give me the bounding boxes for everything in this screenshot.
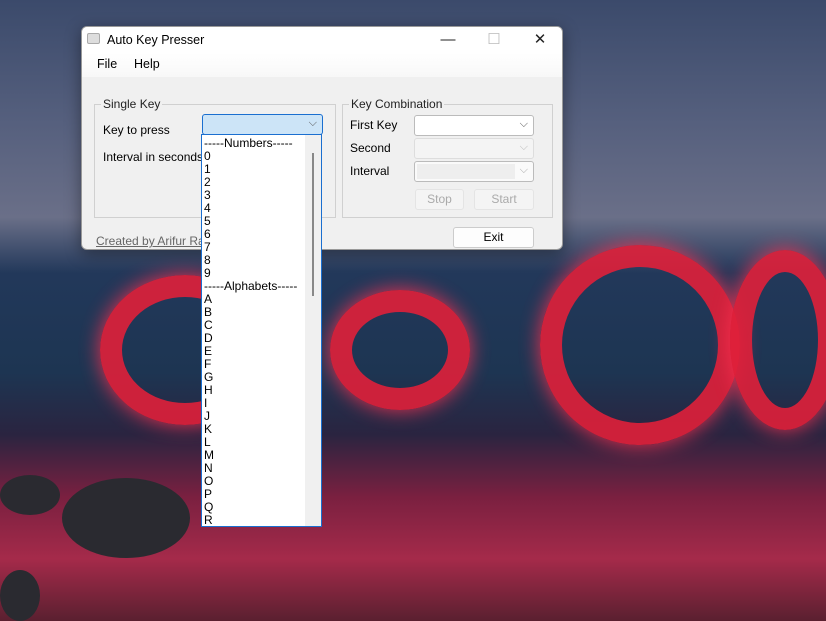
app-window: Auto Key Presser — ☐ ✕ File Help Single … [81, 26, 563, 250]
dropdown-item[interactable]: 3 [202, 189, 321, 202]
chevron-down-icon: ⌵ [519, 141, 528, 153]
dropdown-item[interactable]: J [202, 410, 321, 423]
start-button[interactable]: Start [474, 189, 534, 210]
key-dropdown-list[interactable]: -----Numbers----- 0 1 2 3 4 5 6 7 8 9 -----Alphabet… [201, 134, 322, 527]
single-key-legend: Single Key [103, 97, 161, 111]
menu-help[interactable]: Help [134, 57, 160, 71]
dropdown-item[interactable]: C [202, 319, 321, 332]
interval-combo[interactable]: ⌵ [414, 161, 534, 182]
dropdown-item[interactable]: I [202, 397, 321, 410]
dropdown-item[interactable]: F [202, 358, 321, 371]
dropdown-item[interactable]: R [202, 514, 321, 527]
dropdown-item[interactable]: 4 [202, 202, 321, 215]
dropdown-item[interactable]: B [202, 306, 321, 319]
menu-bar: File Help [82, 53, 562, 77]
dropdown-item[interactable]: -----Alphabets----- [202, 280, 321, 293]
dropdown-item[interactable]: D [202, 332, 321, 345]
close-button[interactable]: ✕ [517, 27, 562, 53]
dropdown-item[interactable]: 6 [202, 228, 321, 241]
dropdown-item[interactable]: E [202, 345, 321, 358]
key-to-press-label: Key to press [103, 123, 170, 137]
scrollbar-thumb[interactable] [312, 153, 314, 296]
dropdown-item[interactable]: -----Numbers----- [202, 137, 321, 150]
second-key-label: Second [350, 141, 391, 155]
dropdown-item[interactable]: G [202, 371, 321, 384]
scrollbar[interactable] [305, 135, 321, 526]
dropdown-item[interactable]: A [202, 293, 321, 306]
dropdown-item[interactable]: 8 [202, 254, 321, 267]
dropdown-item[interactable]: H [202, 384, 321, 397]
chevron-down-icon: ⌵ [519, 118, 528, 130]
first-key-label: First Key [350, 118, 398, 132]
chevron-down-icon: ⌵ [519, 164, 528, 176]
dropdown-item[interactable]: M [202, 449, 321, 462]
dropdown-item[interactable]: 7 [202, 241, 321, 254]
dropdown-item[interactable]: N [202, 462, 321, 475]
dropdown-item[interactable]: K [202, 423, 321, 436]
chevron-down-icon: ⌵ [308, 117, 317, 129]
maximize-button[interactable]: ☐ [471, 27, 517, 53]
window-title: Auto Key Presser [107, 33, 205, 47]
key-combination-legend: Key Combination [351, 97, 443, 111]
minimize-button[interactable]: — [425, 27, 471, 53]
dropdown-item[interactable]: 5 [202, 215, 321, 228]
interval-label: Interval [350, 164, 390, 178]
dropdown-item[interactable]: L [202, 436, 321, 449]
dropdown-item[interactable]: 0 [202, 150, 321, 163]
menu-file[interactable]: File [97, 57, 117, 71]
dropdown-item[interactable]: 2 [202, 176, 321, 189]
second-key-combo[interactable]: ⌵ [414, 138, 534, 159]
stop-button[interactable]: Stop [415, 189, 464, 210]
title-bar: Auto Key Presser — ☐ ✕ [82, 27, 562, 53]
dropdown-item[interactable]: P [202, 488, 321, 501]
interval-seconds-label: Interval in seconds [103, 150, 204, 164]
app-icon [87, 33, 100, 44]
dropdown-item[interactable]: Q [202, 501, 321, 514]
exit-button[interactable]: Exit [453, 227, 534, 248]
dropdown-item[interactable]: 1 [202, 163, 321, 176]
dropdown-item[interactable]: O [202, 475, 321, 488]
first-key-combo[interactable]: ⌵ [414, 115, 534, 136]
key-to-press-combo[interactable]: ⌵ [202, 114, 323, 135]
